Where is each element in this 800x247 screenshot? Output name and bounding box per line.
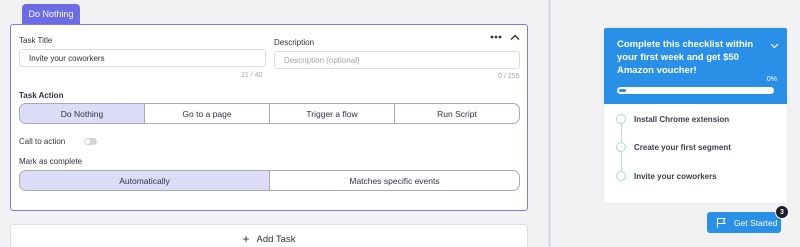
progress-bar	[617, 87, 774, 94]
get-started-launcher[interactable]: Get Started	[707, 212, 781, 233]
task-action-selector: Do Nothing Go to a page Trigger a flow R…	[19, 103, 520, 124]
task-title-input[interactable]: Invite your coworkers	[19, 49, 266, 67]
chevron-up-icon[interactable]	[508, 31, 522, 43]
task-action-label: Task Action	[19, 91, 64, 100]
chevron-down-icon[interactable]	[770, 36, 779, 54]
plus-icon: +	[242, 232, 250, 246]
more-horizontal-icon[interactable]	[489, 32, 503, 42]
step-label: Create your first segment	[634, 142, 731, 152]
preview-panel: Complete this checklist within your firs…	[551, 0, 800, 247]
checklist-step[interactable]: Install Chrome extension	[616, 114, 729, 124]
task-tab[interactable]: Do Nothing	[22, 4, 80, 24]
step-status-icon	[616, 171, 626, 181]
task-title-char-count: 21 / 40	[241, 72, 263, 79]
checklist-step[interactable]: Create your first segment	[616, 142, 731, 152]
task-editor-panel: Do Nothing Task Title Invite your cowork…	[0, 0, 548, 247]
toggle-knob	[85, 139, 90, 144]
task-title-label: Task Title	[19, 36, 53, 45]
progress-bar-fill	[619, 89, 626, 92]
call-to-action-label: Call to action	[19, 137, 66, 146]
task-action-option-run-script[interactable]: Run Script	[395, 104, 519, 123]
checklist-header: Complete this checklist within your firs…	[604, 28, 787, 104]
add-task-label: Add Task	[256, 233, 296, 245]
task-action-option-trigger-flow[interactable]: Trigger a flow	[270, 104, 395, 123]
task-action-option-do-nothing[interactable]: Do Nothing	[20, 104, 145, 123]
launcher-label: Get Started	[734, 217, 778, 228]
task-card: Task Title Invite your coworkers 21 / 40…	[10, 24, 528, 211]
mark-complete-option-automatically[interactable]: Automatically	[20, 171, 270, 190]
description-label: Description	[274, 38, 315, 47]
checklist-title: Complete this checklist within your firs…	[617, 39, 754, 76]
step-status-icon	[616, 114, 626, 124]
call-to-action-toggle[interactable]	[84, 138, 97, 145]
mark-complete-option-specific-events[interactable]: Matches specific events	[270, 171, 519, 190]
step-label: Install Chrome extension	[634, 114, 730, 124]
description-input[interactable]: Description (optional)	[274, 51, 520, 69]
add-task-button[interactable]: + Add Task	[10, 224, 528, 247]
step-label: Invite your coworkers	[634, 171, 717, 181]
step-status-icon	[616, 142, 626, 152]
checklist-widget: Complete this checklist within your firs…	[604, 28, 787, 203]
flag-icon	[716, 217, 727, 228]
notification-badge: 3	[775, 205, 789, 219]
task-action-option-go-to-page[interactable]: Go to a page	[145, 104, 270, 123]
mark-complete-selector: Automatically Matches specific events	[19, 170, 520, 191]
progress-percent: 0%	[766, 76, 777, 83]
description-char-count: 0 / 255	[498, 73, 520, 80]
mark-complete-label: Mark as complete	[19, 157, 83, 166]
checklist-step[interactable]: Invite your coworkers	[616, 171, 717, 181]
